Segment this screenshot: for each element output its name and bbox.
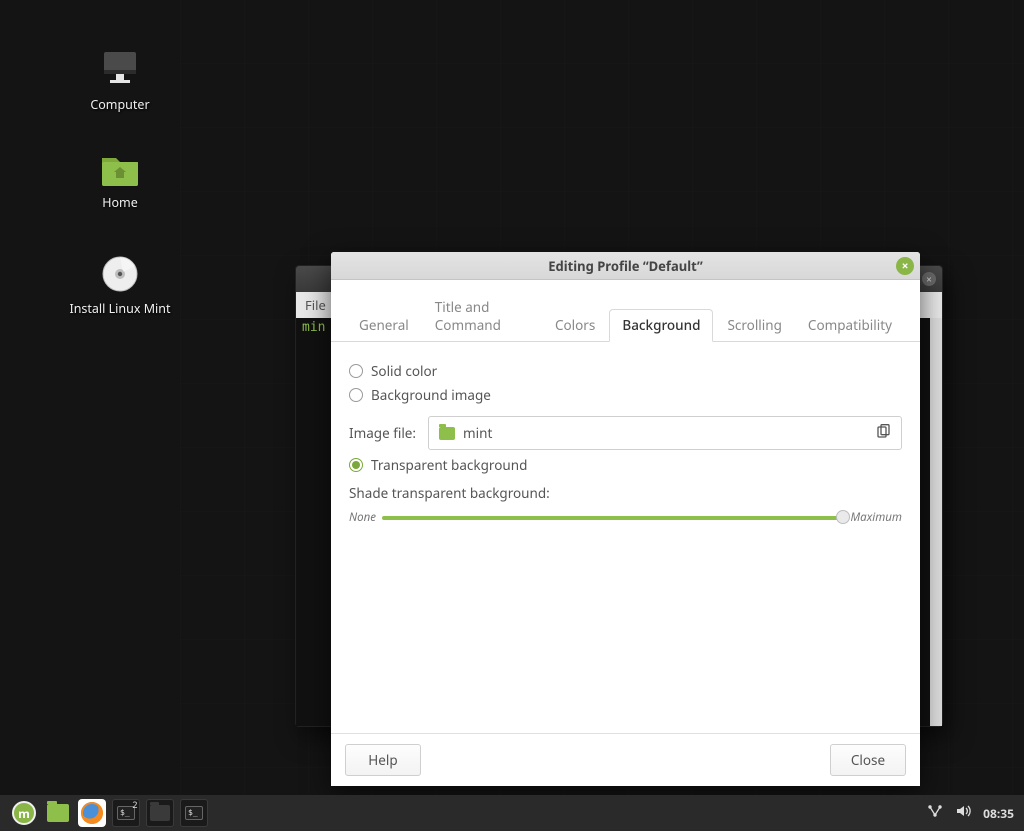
radio-icon bbox=[349, 364, 363, 378]
close-icon[interactable]: × bbox=[922, 272, 936, 286]
folder-icon bbox=[150, 805, 170, 821]
image-file-value: mint bbox=[463, 424, 492, 442]
radio-background-image[interactable]: Background image bbox=[349, 386, 902, 404]
radio-label: Background image bbox=[371, 386, 491, 404]
folder-home-icon bbox=[98, 150, 142, 188]
slider-min-label: None bbox=[349, 510, 376, 525]
launcher-files[interactable] bbox=[44, 799, 72, 827]
close-button[interactable]: Close bbox=[830, 744, 906, 776]
tab-panel-background: Solid color Background image Image file:… bbox=[331, 342, 920, 733]
computer-icon bbox=[98, 46, 142, 90]
taskbar-item-terminal-group[interactable]: 2 bbox=[112, 799, 140, 827]
slider-track[interactable] bbox=[382, 516, 844, 520]
taskbar[interactable]: m 2 08:35 bbox=[0, 795, 1024, 831]
shade-slider[interactable]: None Maximum bbox=[349, 510, 902, 525]
desktop-icon-home[interactable]: Home bbox=[65, 150, 175, 211]
shade-label: Shade transparent background: bbox=[349, 484, 902, 502]
taskbar-item-files[interactable] bbox=[146, 799, 174, 827]
image-file-chooser[interactable]: mint bbox=[428, 416, 902, 450]
tab-general[interactable]: General bbox=[347, 310, 421, 341]
folder-icon bbox=[47, 804, 69, 822]
terminal-prompt: min bbox=[302, 320, 325, 335]
tab-scrolling[interactable]: Scrolling bbox=[715, 310, 793, 341]
volume-icon[interactable] bbox=[955, 804, 971, 823]
system-tray: 08:35 bbox=[927, 804, 1014, 823]
close-icon[interactable]: × bbox=[896, 257, 914, 275]
disc-icon bbox=[100, 254, 140, 294]
dialog-title-text: Editing Profile “Default” bbox=[548, 257, 703, 275]
desktop-icon-install[interactable]: Install Linux Mint bbox=[65, 254, 175, 317]
tab-colors[interactable]: Colors bbox=[543, 310, 607, 341]
network-icon[interactable] bbox=[927, 804, 943, 823]
dialog-footer: Help Close bbox=[331, 733, 920, 786]
help-button[interactable]: Help bbox=[345, 744, 421, 776]
desktop-icon-computer[interactable]: Computer bbox=[65, 46, 175, 113]
desktop-icon-label: Install Linux Mint bbox=[69, 300, 170, 317]
radio-label: Solid color bbox=[371, 362, 437, 380]
menu-button[interactable]: m bbox=[10, 799, 38, 827]
folder-icon bbox=[439, 427, 455, 440]
launcher-firefox[interactable] bbox=[78, 799, 106, 827]
tab-title-command[interactable]: Title and Command bbox=[423, 292, 541, 341]
taskbar-item-terminal[interactable] bbox=[180, 799, 208, 827]
firefox-icon bbox=[81, 802, 103, 824]
desktop-icon-label: Home bbox=[102, 194, 138, 211]
menubar-item-file[interactable]: File bbox=[296, 296, 335, 314]
desktop-icon-label: Computer bbox=[90, 96, 149, 113]
slider-thumb[interactable] bbox=[836, 510, 850, 524]
tab-compatibility[interactable]: Compatibility bbox=[796, 310, 904, 341]
radio-icon bbox=[349, 388, 363, 402]
profile-dialog: Editing Profile “Default” × General Titl… bbox=[331, 252, 920, 786]
mint-logo-icon: m bbox=[12, 801, 36, 825]
slider-max-label: Maximum bbox=[850, 510, 902, 525]
radio-label: Transparent background bbox=[371, 456, 527, 474]
clock[interactable]: 08:35 bbox=[983, 805, 1014, 822]
radio-transparent-background[interactable]: Transparent background bbox=[349, 456, 902, 474]
image-file-label: Image file: bbox=[349, 424, 416, 442]
tab-background[interactable]: Background bbox=[609, 309, 713, 342]
radio-icon bbox=[349, 458, 363, 472]
browse-icon bbox=[877, 423, 891, 443]
dialog-titlebar[interactable]: Editing Profile “Default” × bbox=[331, 252, 920, 280]
dialog-tabbar: General Title and Command Colors Backgro… bbox=[331, 280, 920, 342]
radio-solid-color[interactable]: Solid color bbox=[349, 362, 902, 380]
window-count-badge: 2 bbox=[132, 798, 137, 811]
terminal-icon bbox=[185, 806, 203, 820]
